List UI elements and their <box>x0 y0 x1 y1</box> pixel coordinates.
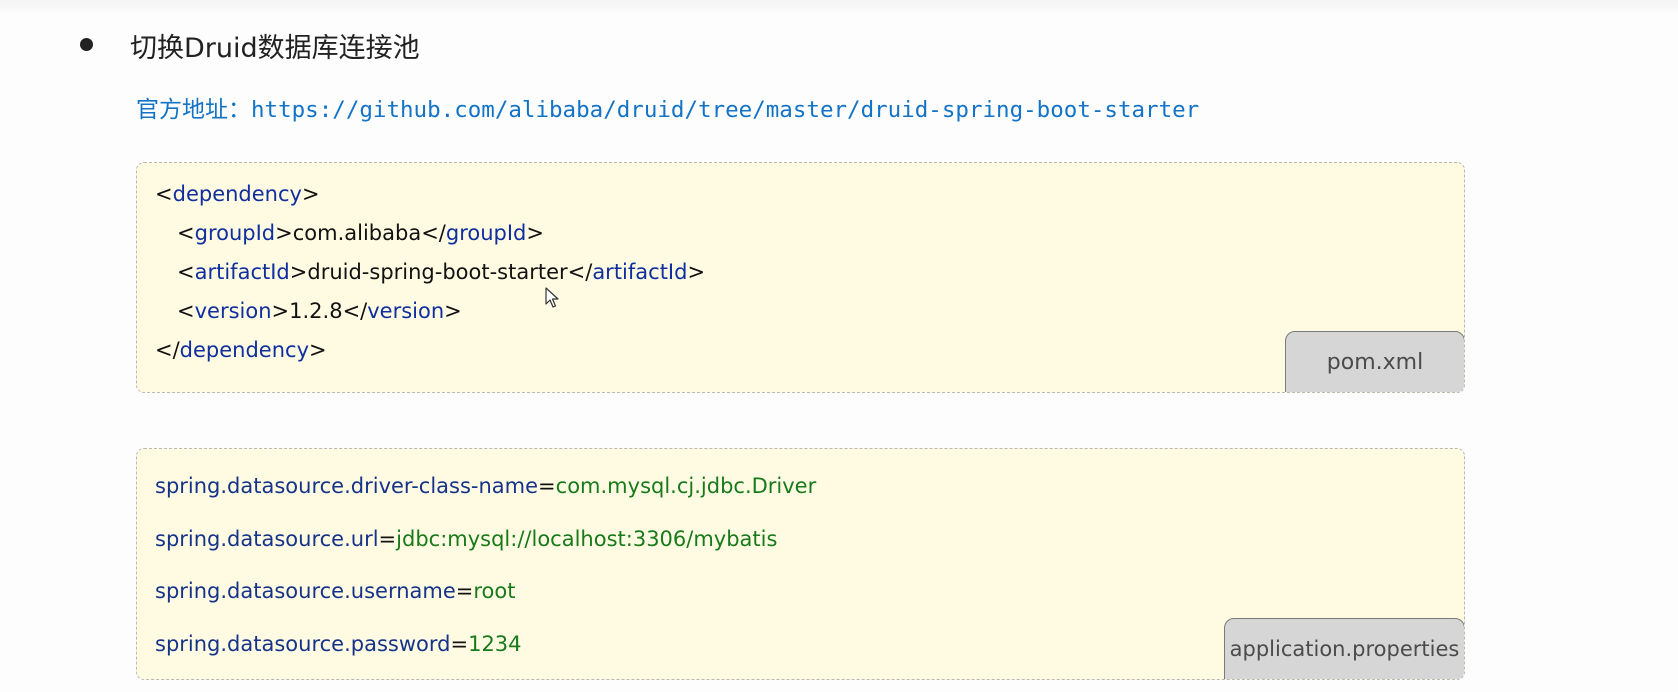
property-line-username: spring.datasource.username=root <box>155 579 516 603</box>
xml-line-version: <version>1.2.8</version> <box>177 299 462 323</box>
property-value: com.mysql.cj.jdbc.Driver <box>555 474 817 498</box>
xml-line-dependency-open: <dependency> <box>155 182 320 206</box>
properties-code-block: spring.datasource.driver-class-name=com.… <box>136 448 1465 680</box>
group-id-value: com.alibaba <box>292 221 422 245</box>
address-label: 官方地址： <box>136 97 251 123</box>
official-address: 官方地址：https://github.com/alibaba/druid/tr… <box>136 90 1199 124</box>
xml-line-group-id: <groupId>com.alibaba</groupId> <box>177 221 544 245</box>
artifact-id-value: druid-spring-boot-starter <box>307 260 568 284</box>
bullet-icon <box>80 38 93 51</box>
property-key: spring.datasource.url <box>155 527 379 551</box>
property-key: spring.datasource.password <box>155 632 451 656</box>
dependency-tag: dependency <box>172 182 302 206</box>
druid-url-link[interactable]: https://github.com/alibaba/druid/tree/ma… <box>251 97 1199 123</box>
property-line-password: spring.datasource.password=1234 <box>155 632 522 656</box>
pom-code-block: <dependency> <groupId>com.alibaba</group… <box>136 162 1465 393</box>
application-properties-file-tab: application.properties <box>1224 618 1464 679</box>
version-tag: version <box>194 299 272 323</box>
dependency-close-tag: dependency <box>179 338 310 362</box>
artifact-id-tag: artifactId <box>194 260 290 284</box>
xml-line-artifact-id: <artifactId>druid-spring-boot-starter</a… <box>177 260 706 284</box>
property-key: spring.datasource.username <box>155 579 456 603</box>
section-heading: 切换Druid数据库连接池 <box>130 33 420 64</box>
property-key: spring.datasource.driver-class-name <box>155 474 539 498</box>
xml-line-dependency-close: </dependency> <box>155 338 327 362</box>
pom-file-tab: pom.xml <box>1285 331 1464 392</box>
group-id-tag: groupId <box>194 221 276 245</box>
property-value: 1234 <box>468 632 522 656</box>
property-value: jdbc:mysql://localhost:3306/mybatis <box>396 527 778 551</box>
mouse-cursor-icon <box>545 287 559 308</box>
property-value: root <box>473 579 516 603</box>
property-line-driver: spring.datasource.driver-class-name=com.… <box>155 474 817 498</box>
slide-page: 切换Druid数据库连接池 官方地址：https://github.com/al… <box>0 0 1678 692</box>
version-value: 1.2.8 <box>289 299 343 323</box>
property-line-url: spring.datasource.url=jdbc:mysql://local… <box>155 527 778 551</box>
